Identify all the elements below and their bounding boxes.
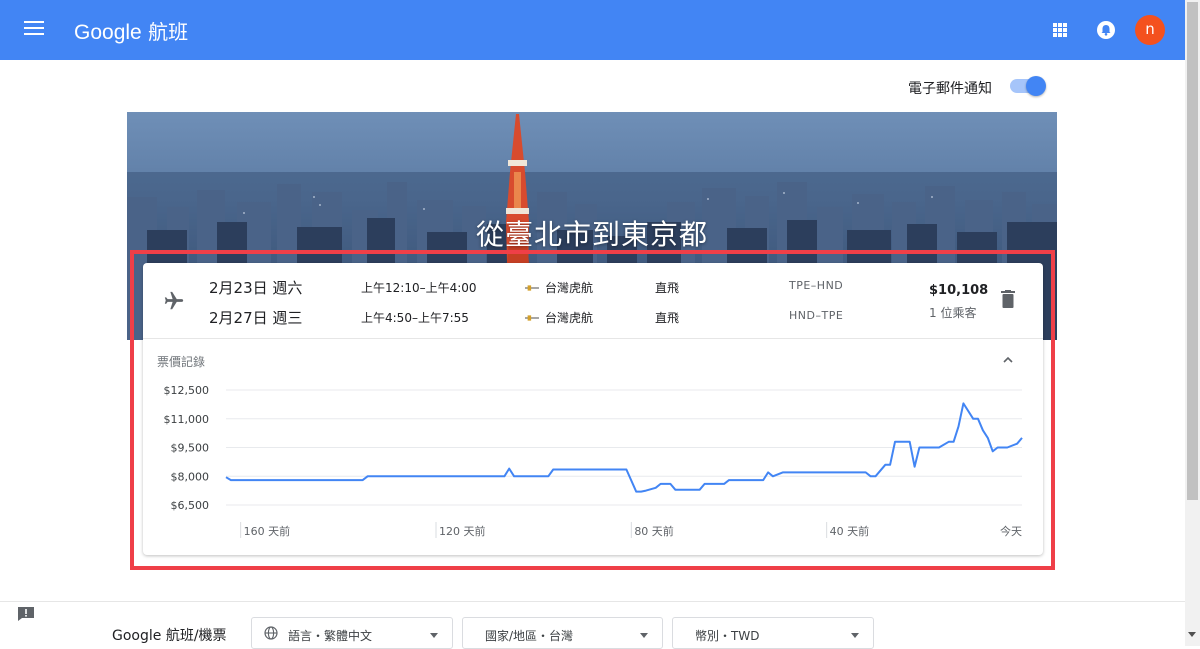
bell-icon[interactable] — [1096, 20, 1116, 40]
leg-airline: 台灣虎航 — [525, 279, 593, 296]
leg-stops: 直飛 — [655, 311, 680, 325]
language-select-value: 語言・繁體中文 — [288, 629, 373, 643]
y-tick-label: $12,500 — [164, 384, 210, 397]
y-tick-label: $8,000 — [171, 470, 210, 483]
leg-route: TPE–HND — [789, 279, 844, 292]
currency-select[interactable]: 幣別・TWD — [672, 617, 874, 649]
leg-route: HND–TPE — [789, 309, 844, 322]
flight-summary[interactable]: 2月23日 週六 上午12:10–上午4:00 台灣虎航 直飛 TPE–HND … — [143, 263, 1043, 339]
avatar[interactable]: n — [1135, 15, 1165, 45]
airline-logo-icon — [525, 315, 539, 321]
y-tick-label: $9,500 — [171, 442, 210, 455]
globe-icon — [264, 626, 278, 640]
tracked-flight-card: 2月23日 週六 上午12:10–上午4:00 台灣虎航 直飛 TPE–HND … — [143, 263, 1043, 555]
price-history-chart: $12,500 $11,000 $9,500 $8,000 $6,500 160 天前 12… — [164, 384, 1023, 538]
price-history-label: 票價記錄 — [157, 355, 206, 369]
email-notify-label: 電子郵件通知 — [908, 81, 992, 97]
leg-airline-name: 台灣虎航 — [545, 311, 594, 325]
scroll-down-arrow[interactable] — [1188, 632, 1196, 637]
region-select-value: 國家/地區・台灣 — [485, 629, 574, 643]
leg-time: 上午12:10–上午4:00 — [361, 281, 477, 295]
x-tick-label: 80 天前 — [634, 524, 674, 538]
x-tick-label: 今天 — [1000, 524, 1022, 538]
trash-icon[interactable] — [1001, 290, 1015, 308]
page-scrollbar[interactable] — [1185, 0, 1200, 646]
feedback-icon[interactable] — [17, 606, 35, 622]
leg-time: 上午4:50–上午7:55 — [361, 311, 469, 325]
outbound-leg: 2月23日 週六 上午12:10–上午4:00 台灣虎航 直飛 TPE–HND — [143, 277, 1043, 297]
logo[interactable]: Google 航班 — [74, 16, 188, 45]
leg-date: 2月27日 週三 — [209, 309, 303, 327]
footer-divider — [0, 601, 1185, 602]
price: $10,108 — [929, 283, 989, 298]
chevron-up-icon[interactable] — [1001, 353, 1015, 367]
scroll-thumb[interactable] — [1187, 2, 1198, 500]
region-select[interactable]: 國家/地區・台灣 — [462, 617, 663, 649]
email-notify-toggle[interactable] — [1010, 76, 1046, 96]
return-leg: 2月27日 週三 上午4:50–上午7:55 台灣虎航 直飛 HND–TPE — [143, 307, 1043, 327]
leg-airline-name: 台灣虎航 — [545, 281, 594, 295]
route-title: 從臺北市到東京都 — [475, 218, 708, 251]
chevron-down-icon — [851, 633, 859, 638]
language-select[interactable]: 語言・繁體中文 — [251, 617, 453, 649]
leg-stops: 直飛 — [655, 281, 680, 295]
logo-brand: Google — [74, 21, 142, 44]
leg-airline: 台灣虎航 — [525, 309, 593, 326]
chevron-down-icon — [640, 633, 648, 638]
menu-icon[interactable] — [24, 21, 44, 39]
chevron-down-icon — [430, 633, 438, 638]
x-tick-label: 40 天前 — [830, 524, 870, 538]
x-tick-label: 120 天前 — [439, 524, 486, 538]
y-tick-label: $6,500 — [171, 499, 210, 512]
x-tick-label: 160 天前 — [244, 524, 291, 538]
passenger-count: 1 位乘客 — [929, 306, 977, 320]
leg-date: 2月23日 週六 — [209, 279, 303, 297]
footer-brand: Google 航班/機票 — [112, 628, 227, 644]
apps-icon[interactable] — [1053, 23, 1067, 37]
y-tick-label: $11,000 — [164, 413, 210, 426]
logo-product: 航班 — [148, 20, 189, 44]
airline-logo-icon — [525, 285, 539, 291]
app-bar: Google 航班 n — [0, 0, 1185, 60]
currency-select-value: 幣別・TWD — [695, 629, 760, 643]
